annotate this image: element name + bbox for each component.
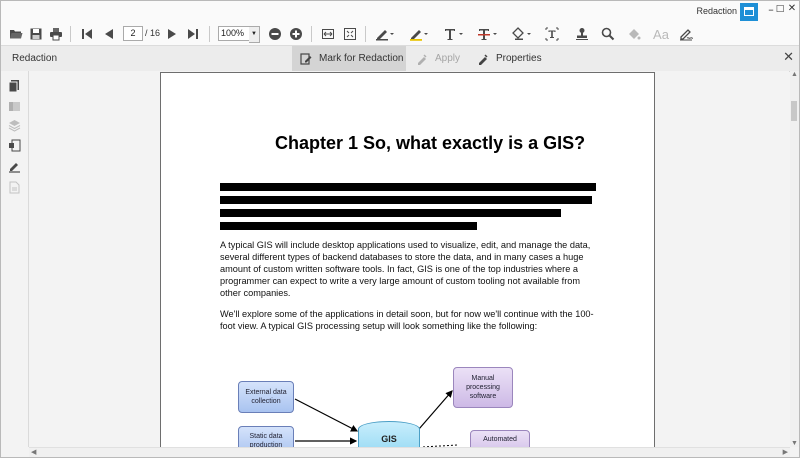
vertical-scrollbar[interactable]: ▲ ▼ (790, 71, 799, 447)
scroll-right-icon[interactable]: ▶ (783, 448, 788, 456)
vertical-scroll-thumb[interactable] (791, 101, 797, 121)
stamp-icon[interactable] (573, 25, 591, 43)
close-panel-button[interactable]: ✕ (783, 50, 794, 65)
zoom-field[interactable]: 100% (218, 26, 252, 41)
document-page: Chapter 1 So, what exactly is a GIS? A t… (160, 72, 655, 447)
apply-icon (418, 53, 427, 65)
scroll-down-icon[interactable]: ▼ (791, 440, 798, 447)
redaction-mark[interactable] (220, 209, 561, 217)
fill-icon[interactable] (625, 25, 643, 43)
bookmarks-icon[interactable] (8, 100, 21, 113)
scroll-left-icon[interactable]: ◀ (31, 448, 36, 456)
zoom-dropdown-icon[interactable]: ▼ (249, 26, 260, 43)
page-total: / 16 (145, 28, 161, 38)
redaction-mark[interactable] (220, 222, 477, 230)
layers-icon[interactable] (8, 119, 21, 132)
window-title: Redaction (696, 6, 737, 16)
save-icon[interactable] (27, 25, 45, 43)
redaction-mark[interactable] (220, 183, 596, 191)
zoom-out-icon[interactable] (266, 25, 284, 43)
redaction-panel: Redaction Mark for Redaction Apply Prope… (1, 45, 799, 72)
app-window: Redaction – □ ✕ 2 / 16 100% ▼ Aa Redacti… (0, 0, 800, 458)
title-bar: Redaction – □ ✕ (1, 1, 799, 23)
external-data-node: External data collection (238, 381, 294, 413)
main-toolbar: 2 / 16 100% ▼ Aa (1, 23, 799, 45)
mark-redaction-icon (300, 52, 312, 65)
pages-icon[interactable] (8, 79, 21, 92)
zoom-in-icon[interactable] (287, 25, 305, 43)
last-page-icon[interactable] (184, 25, 202, 43)
mark-for-redaction-button[interactable]: Mark for Redaction (292, 46, 406, 71)
panel-title: Redaction (12, 53, 58, 64)
window-layout-icon[interactable] (740, 3, 758, 21)
mark-label: Mark for Redaction (319, 53, 404, 64)
print-icon[interactable] (47, 25, 65, 43)
static-data-node: Static data production (238, 426, 294, 447)
prev-page-icon[interactable] (100, 25, 118, 43)
horizontal-scrollbar[interactable]: ◀ ▶ (29, 447, 790, 457)
close-window-button[interactable]: ✕ (785, 3, 799, 14)
redaction-mark[interactable] (220, 196, 592, 204)
signature-icon[interactable] (677, 25, 695, 43)
first-page-icon[interactable] (78, 25, 96, 43)
apply-label: Apply (435, 53, 461, 64)
document-viewer: Chapter 1 So, what exactly is a GIS? A t… (29, 71, 789, 447)
pen-icon[interactable] (373, 25, 397, 43)
signatures-icon[interactable] (8, 160, 21, 173)
document-properties-icon[interactable] (8, 181, 21, 194)
paragraph-2: We'll explore some of the applications i… (220, 309, 594, 332)
textbox-icon[interactable] (543, 25, 561, 43)
manual-processing-node: Manual processing software (453, 367, 513, 408)
shape-icon[interactable] (510, 25, 534, 43)
automated-node: Automated (470, 430, 530, 447)
fit-page-icon[interactable] (341, 25, 359, 43)
search-icon[interactable] (599, 25, 617, 43)
properties-button[interactable]: Properties (477, 46, 542, 71)
strikeout-icon[interactable] (476, 25, 500, 43)
highlighter-icon[interactable] (407, 25, 431, 43)
chapter-title: Chapter 1 So, what exactly is a GIS? (275, 133, 586, 153)
attachments-icon[interactable] (8, 139, 21, 152)
paragraph-1: A typical GIS will include desktop appli… (220, 240, 591, 299)
properties-icon (479, 53, 488, 65)
left-sidebar (1, 71, 29, 447)
next-page-icon[interactable] (163, 25, 181, 43)
properties-label: Properties (496, 53, 542, 64)
scroll-up-icon[interactable]: ▲ (791, 71, 798, 78)
gis-database-node: GIS (358, 421, 420, 447)
text-icon[interactable] (442, 25, 466, 43)
font-icon[interactable]: Aa (651, 25, 671, 43)
apply-button[interactable]: Apply (416, 46, 460, 71)
fit-width-icon[interactable] (319, 25, 337, 43)
page-number-input[interactable]: 2 (123, 26, 143, 41)
open-folder-icon[interactable] (7, 25, 25, 43)
